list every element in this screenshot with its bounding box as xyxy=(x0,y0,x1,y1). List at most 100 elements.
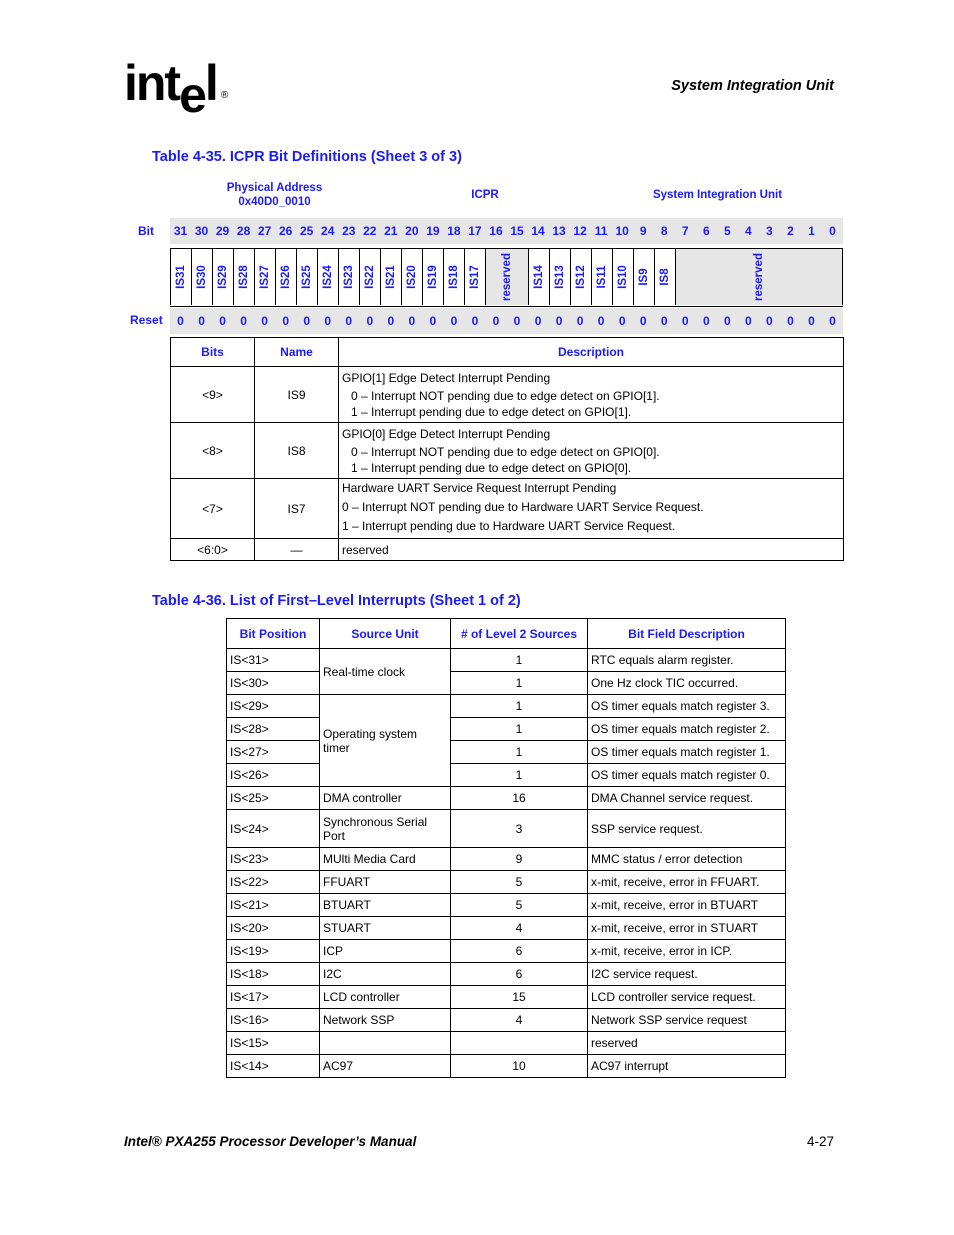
col-description: Description xyxy=(338,337,844,367)
col-source-unit: Source Unit xyxy=(319,618,451,649)
source-unit-cell: BTUART xyxy=(319,893,451,917)
level2-count-cell xyxy=(450,1031,588,1055)
bit-number: 25 xyxy=(300,224,314,238)
interrupt-row: IS<25> DMA controller 16 DMA Channel servic… xyxy=(226,786,786,810)
register-field: IS12 xyxy=(569,249,591,305)
description-cell: Hardware UART Service Request Interrupt … xyxy=(338,478,844,539)
bit-position-cell: IS<19> xyxy=(226,939,320,963)
reset-value: 0 xyxy=(240,314,247,328)
description-line: 1 – Interrupt pending due to edge detect… xyxy=(351,460,632,475)
interrupt-row: IS<24> Synchronous Serial Port 3 SSP servic… xyxy=(226,809,786,848)
interrupt-row: IS<26> 1 OS timer equals match register 0. xyxy=(226,763,786,787)
description-line: 1 – Interrupt pending due to edge detect… xyxy=(351,404,632,419)
bit-definitions-table: Bits Name Description <9> IS9 GPIO[1] Edge… xyxy=(170,337,844,561)
reserved-field: reserved xyxy=(485,249,528,305)
interrupt-row: IS<20> STUART 4 x-mit, receive, error in ST… xyxy=(226,916,786,940)
source-unit-cell: Network SSP xyxy=(319,1008,451,1032)
interrupt-row: IS<21> BTUART 5 x-mit, receive, error in BT… xyxy=(226,893,786,917)
level2-count-cell: 1 xyxy=(450,694,588,718)
field-name: reserved xyxy=(752,253,765,301)
name-cell: IS8 xyxy=(254,422,339,479)
bit-number: 22 xyxy=(363,224,377,238)
bit-field-description-cell: x-mit, receive, error in STUART xyxy=(587,916,786,940)
reset-value: 0 xyxy=(324,314,332,328)
level2-count-cell: 1 xyxy=(450,671,588,695)
source-unit-cell: DMA controller xyxy=(319,786,451,810)
reset-value: 0 xyxy=(366,314,374,328)
bit-position-cell: IS<28> xyxy=(226,717,320,741)
level2-count-cell: 6 xyxy=(450,962,588,986)
register-field: IS31 xyxy=(170,249,192,305)
table2-header-row: Bit Position Source Unit # of Level 2 So… xyxy=(226,618,786,649)
interrupt-row: IS<14> AC97 10 AC97 interrupt xyxy=(226,1054,786,1078)
reset-value: 0 xyxy=(618,314,626,328)
bit-number: 8 xyxy=(660,224,668,238)
bit-field-description-cell: OS timer equals match register 0. xyxy=(587,763,786,787)
register-field: IS20 xyxy=(401,249,423,305)
interrupt-row: IS<28> 1 OS timer equals match register 2. xyxy=(226,717,786,741)
bit-position-cell: IS<16> xyxy=(226,1008,320,1032)
bit-number: 11 xyxy=(594,224,608,238)
bit-field-description-cell: AC97 interrupt xyxy=(587,1054,786,1078)
description-line: 0 – Interrupt NOT pending due to edge de… xyxy=(351,388,660,403)
reset-value: 0 xyxy=(808,314,815,328)
bit-number: 21 xyxy=(384,224,398,238)
reset-value: 0 xyxy=(513,314,521,328)
bit-number: 1 xyxy=(808,224,815,238)
interrupt-row: IS<18> I2C 6 I2C service request. xyxy=(226,962,786,986)
bit-position-cell: IS<20> xyxy=(226,916,320,940)
physical-address-value: 0x40D0_0010 xyxy=(238,196,311,208)
bit-number: 14 xyxy=(531,224,545,238)
level2-count-cell: 15 xyxy=(450,985,588,1009)
reserved-field: reserved xyxy=(674,249,843,305)
description-line: 1 – Interrupt pending due to Hardware UA… xyxy=(342,519,676,533)
interrupt-row: IS<19> ICP 6 x-mit, receive, error in ICP. xyxy=(226,939,786,963)
field-name: IS8 xyxy=(658,268,671,286)
first-level-interrupts-table: Bit Position Source Unit # of Level 2 So… xyxy=(226,618,786,1078)
col-bits: Bits xyxy=(170,337,255,367)
reset-value: 0 xyxy=(576,314,584,328)
reset-value: 0 xyxy=(450,314,458,328)
level2-count-cell: 10 xyxy=(450,1054,588,1078)
register-field: IS10 xyxy=(611,249,633,305)
bit-position-cell: IS<23> xyxy=(226,847,320,871)
bit-number: 17 xyxy=(468,224,482,238)
level2-count-cell: 1 xyxy=(450,763,588,787)
bit-number: 5 xyxy=(723,224,731,238)
description-cell: reserved xyxy=(338,538,844,561)
name-cell: IS9 xyxy=(254,366,339,423)
field-name: IS31 xyxy=(175,265,188,289)
register-field: IS18 xyxy=(443,249,465,305)
reset-value: 0 xyxy=(198,314,205,328)
source-unit-cell: Operating system timer xyxy=(319,694,451,787)
level2-count-cell: 3 xyxy=(450,809,588,848)
bit-number: 12 xyxy=(573,224,587,238)
bit-number: 2 xyxy=(787,224,794,238)
bit-definition-row: <6:0> — reserved xyxy=(170,538,844,561)
reset-value: 0 xyxy=(723,314,731,328)
description-cell: GPIO[1] Edge Detect Interrupt Pending 0 –… xyxy=(338,366,844,423)
field-name: reserved xyxy=(501,253,513,301)
field-name: IS24 xyxy=(322,265,335,289)
table1-header-row: Bits Name Description xyxy=(170,337,844,367)
reset-value: 0 xyxy=(408,314,416,328)
reset-value: 0 xyxy=(639,314,647,328)
register-field: IS27 xyxy=(254,249,276,305)
field-name: IS20 xyxy=(406,265,419,289)
bits-cell: <8> xyxy=(170,422,255,479)
field-name: IS22 xyxy=(364,265,377,289)
bit-number: 10 xyxy=(615,224,629,238)
interrupt-row: IS<31> Real-time clock 1 RTC equals alarm r… xyxy=(226,648,786,695)
bit-position-cell: IS<30> xyxy=(226,671,320,695)
level2-count-cell: 1 xyxy=(450,740,588,764)
reset-value: 0 xyxy=(471,314,479,328)
bit-position-cell: IS<29> xyxy=(226,694,320,718)
reset-value: 0 xyxy=(492,314,500,328)
bit-number: 23 xyxy=(342,224,356,238)
bit-number: 28 xyxy=(236,224,251,238)
bit-number: 18 xyxy=(447,224,461,238)
level2-count-cell: 1 xyxy=(450,648,588,672)
interrupt-row: IS<16> Network SSP 4 Network SSP service re… xyxy=(226,1008,786,1032)
source-unit-cell xyxy=(319,1031,451,1055)
bit-position-cell: IS<17> xyxy=(226,985,320,1009)
